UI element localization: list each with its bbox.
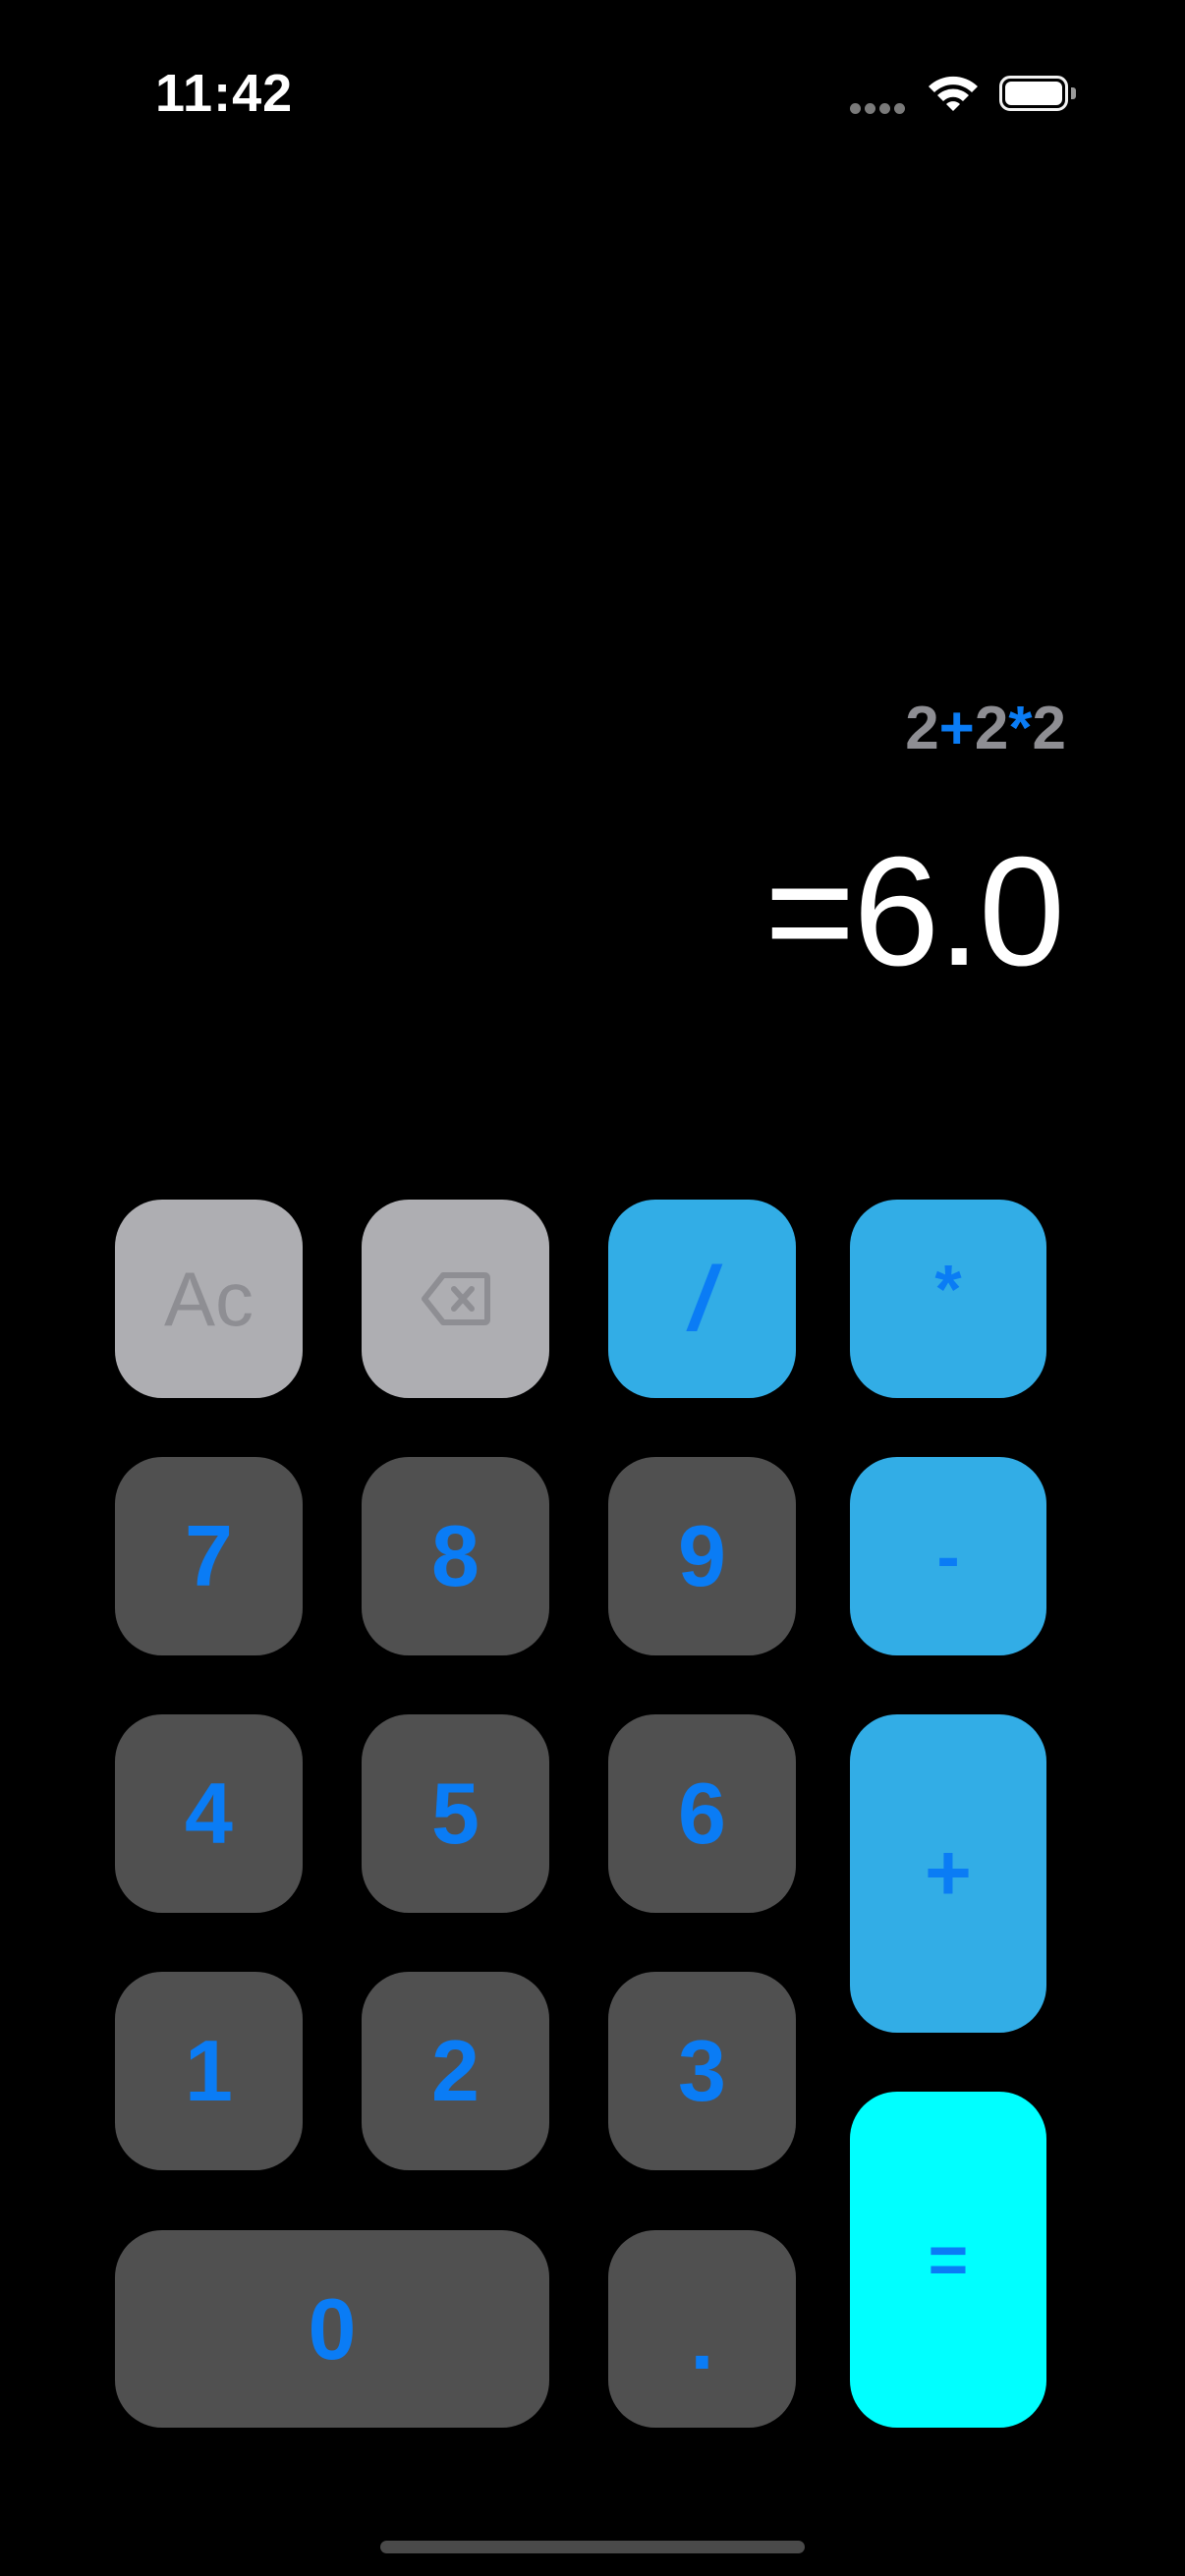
digit-2-label: 2: [431, 2022, 480, 2119]
equals-button[interactable]: =: [850, 2092, 1046, 2428]
expression-display: 2+2*2: [905, 694, 1066, 763]
digit-7-label: 7: [185, 1507, 233, 1604]
backspace-button[interactable]: [362, 1200, 549, 1398]
digit-0-button[interactable]: 0: [115, 2230, 549, 2428]
result-display: =6.0: [764, 825, 1065, 998]
add-label: +: [925, 1828, 972, 1918]
digit-1-label: 1: [185, 2022, 233, 2119]
digit-0-label: 0: [308, 2279, 357, 2378]
digit-1-button[interactable]: 1: [115, 1972, 303, 2170]
expression-operator: +: [938, 695, 975, 762]
decimal-button[interactable]: .: [608, 2230, 796, 2428]
battery-level-fill: [1005, 82, 1062, 105]
digit-3-label: 3: [678, 2022, 726, 2119]
subtract-button[interactable]: -: [850, 1457, 1046, 1655]
digit-9-button[interactable]: 9: [608, 1457, 796, 1655]
divide-label: /: [689, 1248, 715, 1349]
digit-5-button[interactable]: 5: [362, 1714, 549, 1913]
home-indicator[interactable]: [380, 2541, 805, 2553]
subtract-label: -: [936, 1518, 960, 1595]
decimal-label: .: [690, 2289, 714, 2387]
digit-5-label: 5: [431, 1764, 480, 1862]
expression-operand: 2: [974, 695, 1009, 762]
multiply-button[interactable]: *: [850, 1200, 1046, 1398]
digit-6-button[interactable]: 6: [608, 1714, 796, 1913]
digit-7-button[interactable]: 7: [115, 1457, 303, 1655]
cellular-signal-icon: [850, 103, 907, 115]
status-bar: 11:42: [0, 0, 1185, 196]
digit-4-button[interactable]: 4: [115, 1714, 303, 1913]
status-time: 11:42: [155, 64, 294, 123]
expression-operand: 2: [905, 695, 939, 762]
digit-3-button[interactable]: 3: [608, 1972, 796, 2170]
digit-8-button[interactable]: 8: [362, 1457, 549, 1655]
digit-4-label: 4: [185, 1764, 233, 1862]
expression-operand: 2: [1032, 695, 1066, 762]
add-button[interactable]: +: [850, 1714, 1046, 2033]
digit-9-label: 9: [678, 1507, 726, 1604]
all-clear-label: Ac: [163, 1255, 254, 1342]
equals-label: =: [928, 2221, 969, 2298]
divide-button[interactable]: /: [608, 1200, 796, 1398]
digit-6-label: 6: [678, 1764, 726, 1862]
digit-2-button[interactable]: 2: [362, 1972, 549, 2170]
digit-8-label: 8: [431, 1507, 480, 1604]
multiply-label: *: [934, 1251, 962, 1327]
all-clear-button[interactable]: Ac: [115, 1200, 303, 1398]
battery-icon: [999, 76, 1082, 117]
wifi-icon: [926, 73, 981, 114]
backspace-icon: [421, 1271, 490, 1326]
expression-operator: *: [1008, 695, 1033, 762]
